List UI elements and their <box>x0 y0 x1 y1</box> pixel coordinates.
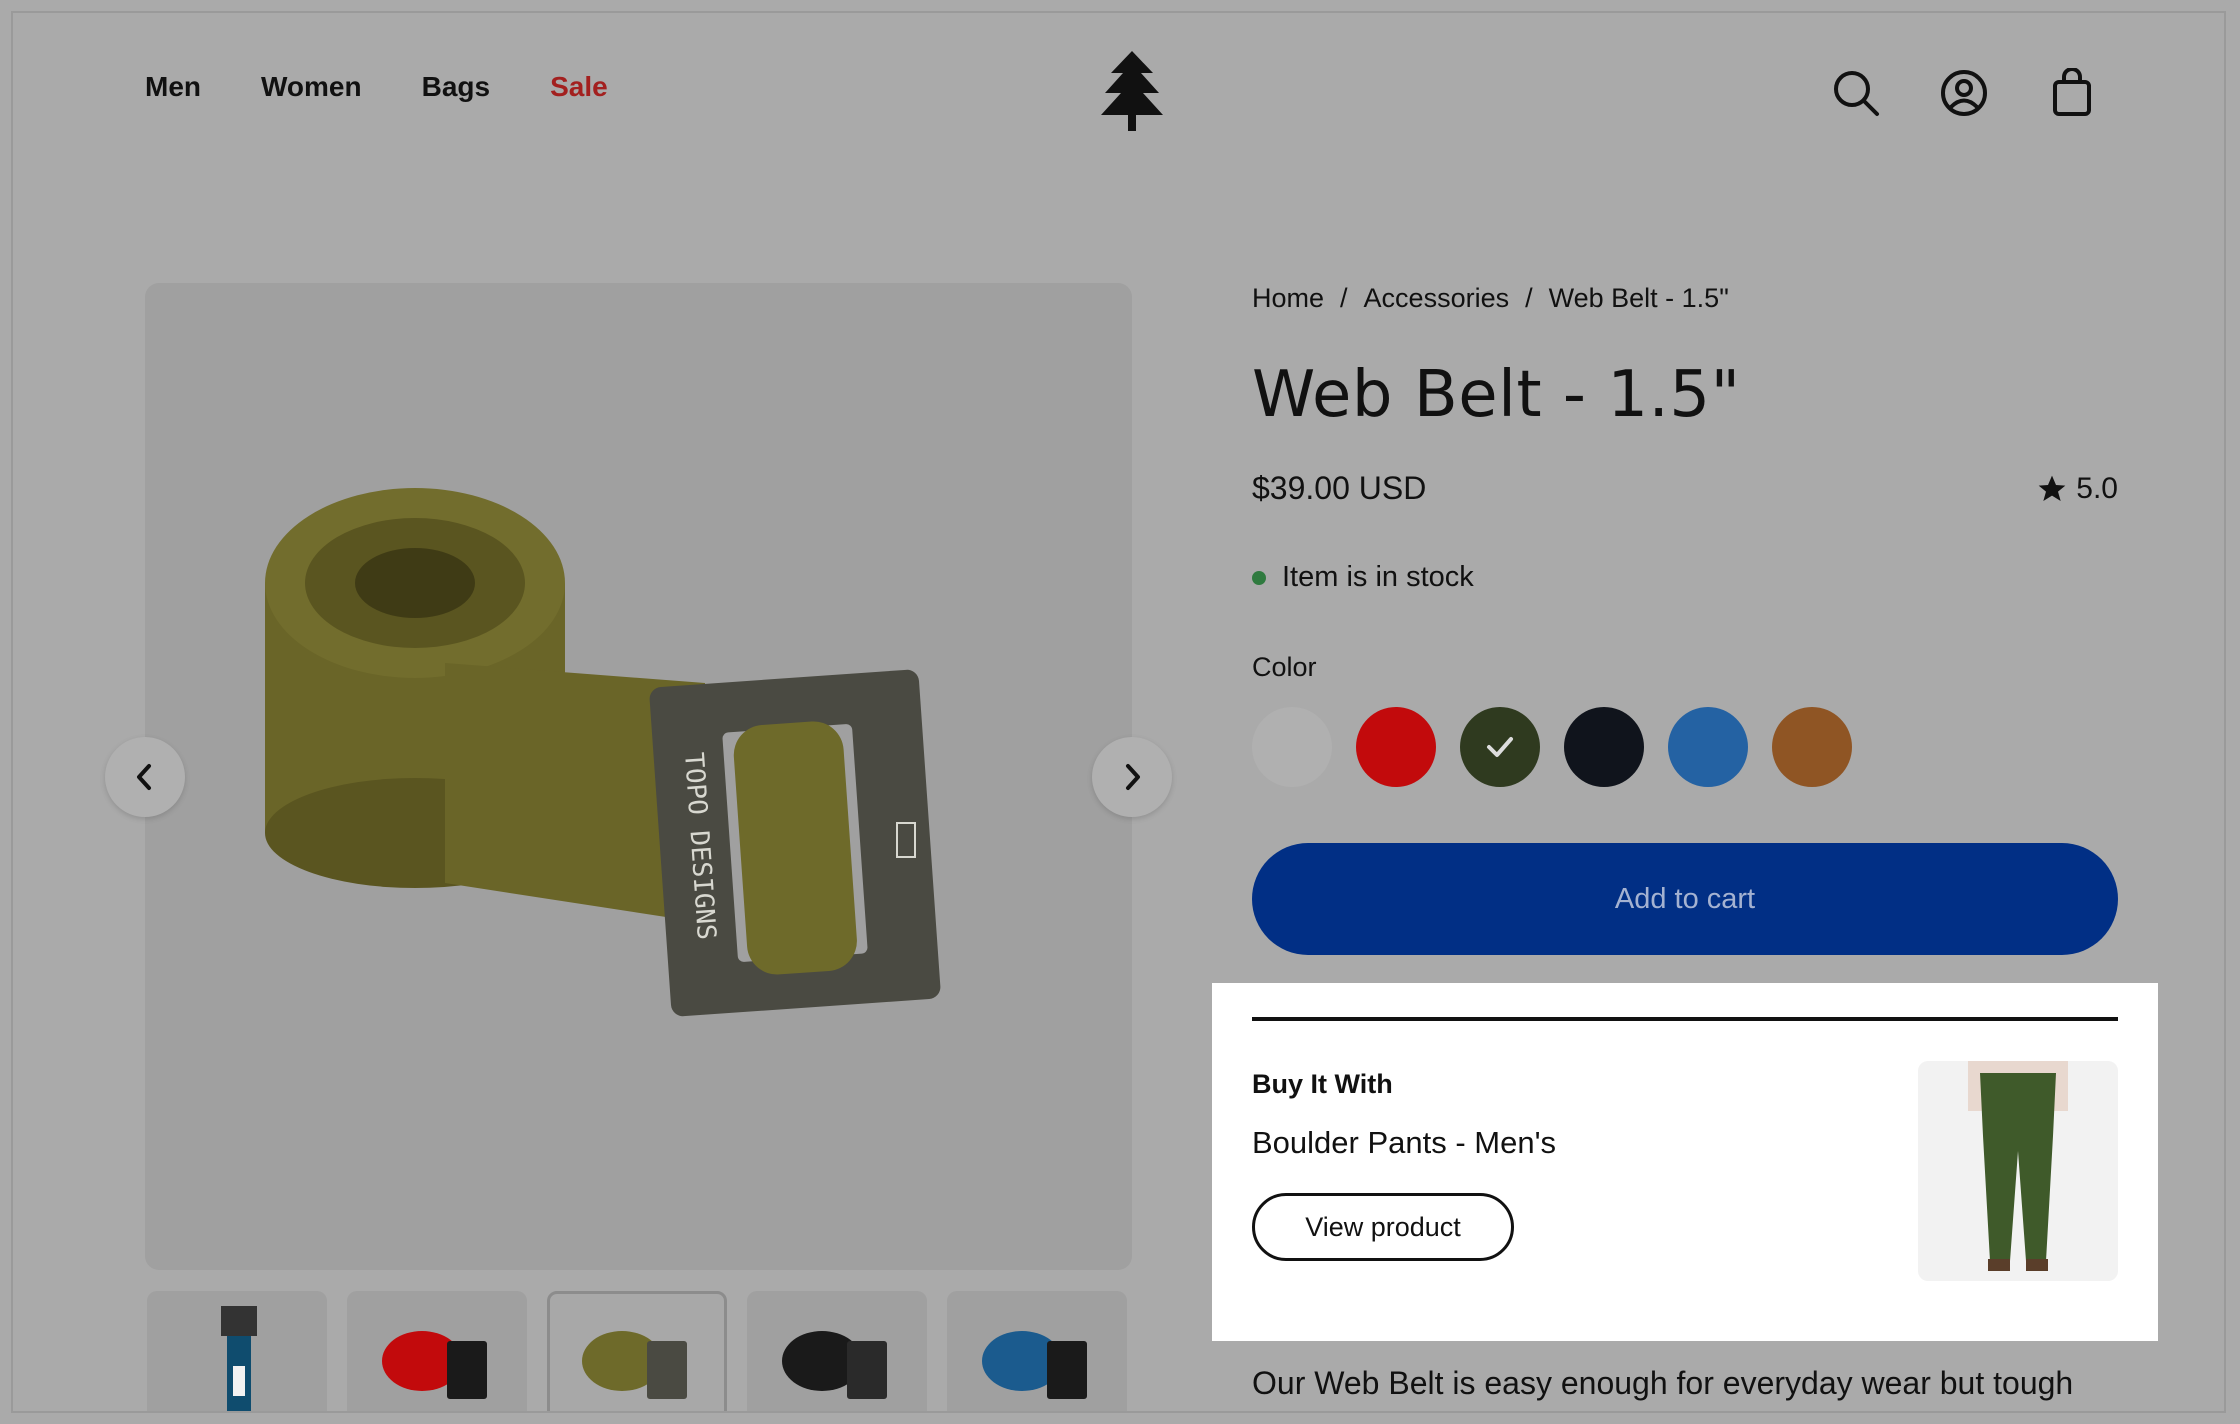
swatch-olive[interactable] <box>1460 707 1540 787</box>
breadcrumb: Home / Accessories / Web Belt - 1.5" <box>1252 283 2118 314</box>
recommended-product-name[interactable]: Boulder Pants - Men's <box>1252 1125 1556 1161</box>
view-product-button[interactable]: View product <box>1252 1193 1514 1261</box>
product-title: Web Belt - 1.5" <box>1252 358 1741 432</box>
gallery-prev-button[interactable] <box>105 737 185 817</box>
thumbnail-4[interactable] <box>747 1291 927 1411</box>
star-icon <box>2038 475 2066 501</box>
breadcrumb-separator: / <box>1340 283 1348 313</box>
main-nav: Men Women Bags Sale <box>145 71 608 103</box>
thumbnail-2[interactable] <box>347 1291 527 1411</box>
nav-women[interactable]: Women <box>261 71 362 103</box>
thumbnail-3[interactable] <box>547 1291 727 1411</box>
product-info: Home / Accessories / Web Belt - 1.5" Web… <box>1252 283 2118 955</box>
swatch-black[interactable] <box>1564 707 1644 787</box>
thumbnail-strip <box>147 1291 1127 1411</box>
buy-it-with-panel: Buy It With Boulder Pants - Men's View p… <box>1212 983 2158 1341</box>
stock-status: Item is in stock <box>1252 561 2118 594</box>
swatch-brown[interactable] <box>1772 707 1852 787</box>
check-icon <box>1487 737 1513 757</box>
breadcrumb-separator: / <box>1525 283 1533 313</box>
color-swatches <box>1252 707 2118 787</box>
product-price: $39.00 USD <box>1252 470 1427 506</box>
add-to-cart-button[interactable]: Add to cart <box>1252 843 2118 955</box>
breadcrumb-accessories[interactable]: Accessories <box>1364 283 1510 314</box>
product-main-image: TOPO DESIGNS <box>145 283 1132 1270</box>
nav-men[interactable]: Men <box>145 71 201 103</box>
buy-it-with-heading: Buy It With <box>1252 1069 1393 1099</box>
breadcrumb-current: Web Belt - 1.5" <box>1548 283 1729 313</box>
header-icons <box>1828 65 2100 121</box>
swatch-red[interactable] <box>1356 707 1436 787</box>
bag-icon[interactable] <box>2044 65 2100 121</box>
in-stock-dot-icon <box>1252 570 1266 585</box>
divider <box>1252 1017 2118 1021</box>
account-icon[interactable] <box>1936 65 1992 121</box>
rating-value: 5.0 <box>2076 471 2118 505</box>
breadcrumb-home[interactable]: Home <box>1252 283 1324 314</box>
color-label: Color <box>1252 652 1317 682</box>
recommended-product-image[interactable] <box>1918 1061 2118 1281</box>
product-description: Our Web Belt is easy enough for everyday… <box>1252 1365 2074 1401</box>
page-frame: Men Women Bags Sale TOPO DESIGNS Home / … <box>11 11 2226 1413</box>
swatch-blue[interactable] <box>1668 707 1748 787</box>
thumbnail-1[interactable] <box>147 1291 327 1411</box>
tree-logo[interactable] <box>1097 51 1167 133</box>
price-row: $39.00 USD 5.0 <box>1252 470 2118 507</box>
stock-text: Item is in stock <box>1282 561 1474 593</box>
search-icon[interactable] <box>1828 65 1884 121</box>
thumbnail-5[interactable] <box>947 1291 1127 1411</box>
nav-bags[interactable]: Bags <box>422 71 490 103</box>
swatch-gray[interactable] <box>1252 707 1332 787</box>
gallery-next-button[interactable] <box>1092 737 1172 817</box>
product-rating[interactable]: 5.0 <box>2036 472 2118 506</box>
nav-sale[interactable]: Sale <box>550 71 608 103</box>
